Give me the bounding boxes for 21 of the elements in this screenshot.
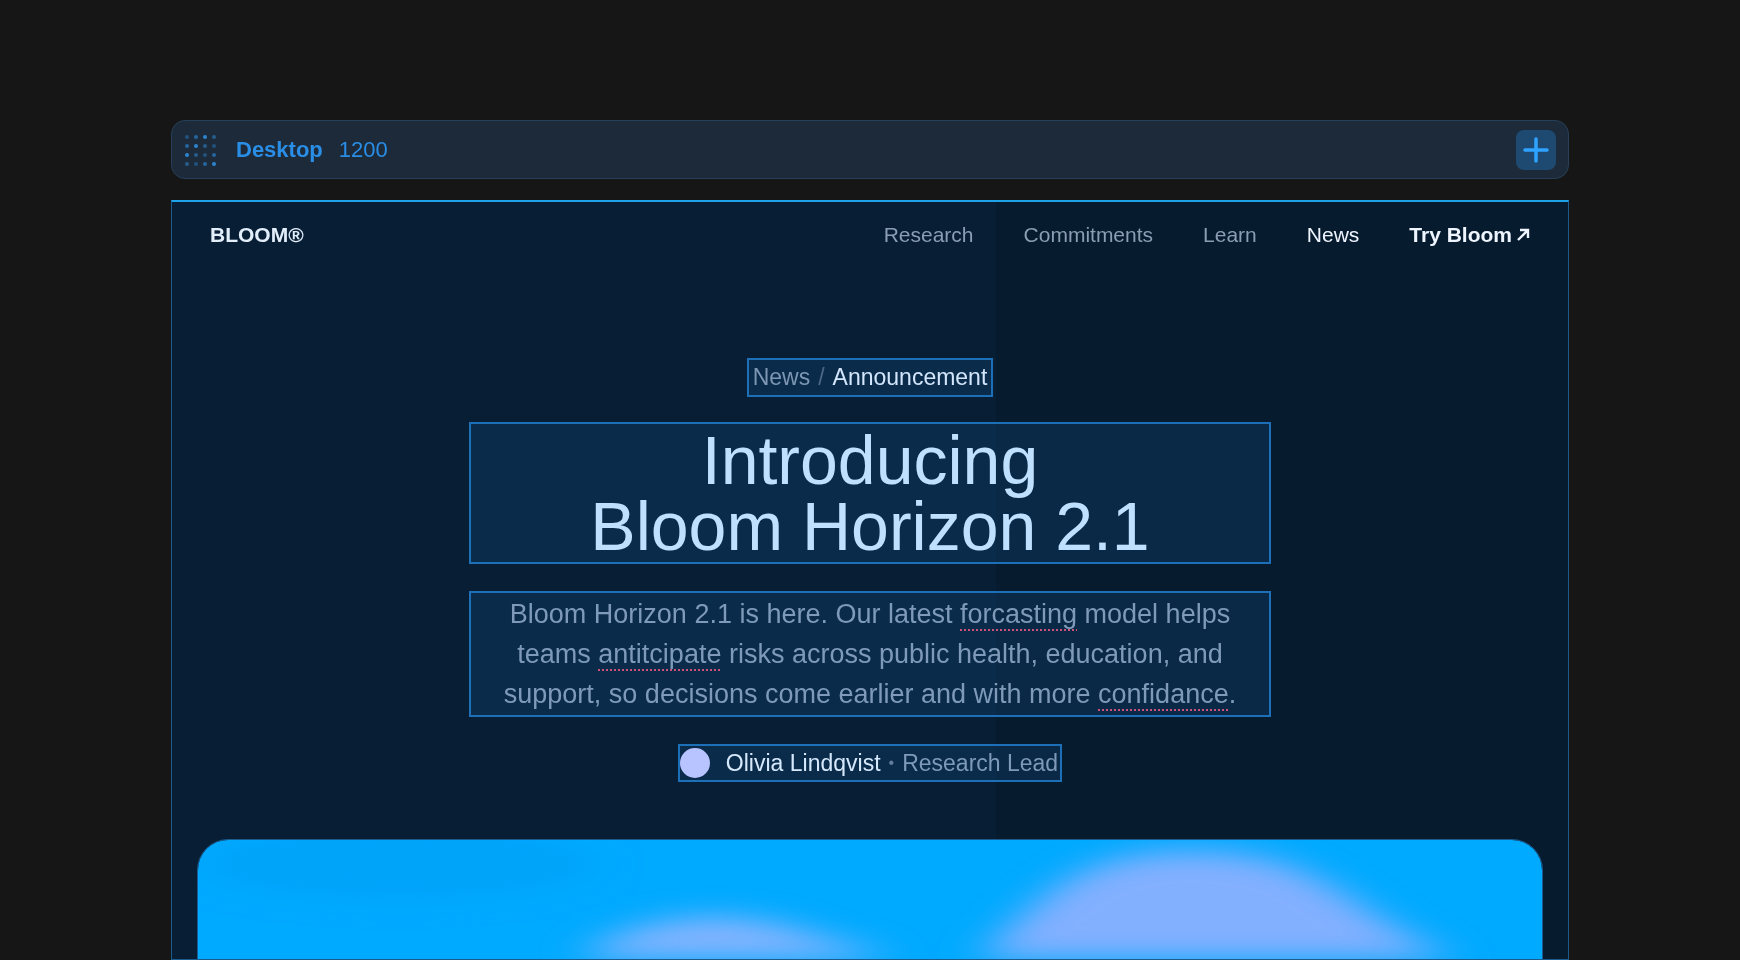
drag-handle-icon[interactable] xyxy=(184,133,216,166)
plus-icon xyxy=(1523,136,1549,163)
arrow-up-right-icon xyxy=(1516,228,1530,242)
author-role: Research Lead xyxy=(902,748,1059,778)
byline-separator: • xyxy=(888,752,895,773)
breadcrumb-current: Announcement xyxy=(832,363,988,392)
site-logo[interactable]: BLOOM® xyxy=(210,219,304,251)
try-bloom-link[interactable]: Try Bloom xyxy=(1409,219,1530,251)
article-title: Introducing Bloom Horizon 2.1 xyxy=(471,423,1269,562)
avatar xyxy=(679,747,710,778)
author-name: Olivia Lindqvist xyxy=(725,748,881,778)
article-intro: Bloom Horizon 2.1 is here. Our latest forcasting model helps teams antitcipate risks across public health, education, and support, so decisions come earlier and with more confidance. xyxy=(471,592,1269,715)
nav-link[interactable]: News xyxy=(1306,219,1360,251)
breadcrumb-link[interactable]: News xyxy=(752,360,811,395)
viewport-width: 1200 xyxy=(338,136,388,164)
add-button[interactable] xyxy=(1516,129,1556,170)
nav-link[interactable]: Commitments xyxy=(1023,219,1154,251)
nav-link[interactable]: Research xyxy=(883,219,974,251)
viewport-label: Desktop xyxy=(236,136,323,164)
nav-link[interactable]: Learn xyxy=(1203,219,1257,251)
breadcrumb-separator: / xyxy=(818,363,825,392)
